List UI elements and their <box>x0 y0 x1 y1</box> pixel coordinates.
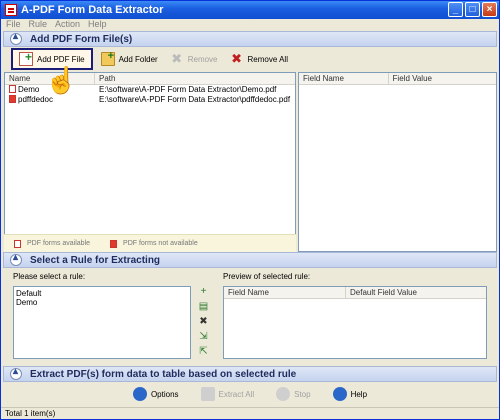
file-path: E:\software\A-PDF Form Data Extractor\De… <box>99 85 277 94</box>
preview-label: Preview of selected rule: <box>223 272 311 281</box>
title-bar[interactable]: A-PDF Form Data Extractor _ □ × <box>1 1 499 19</box>
menu-file[interactable]: File <box>6 19 21 31</box>
extract-all-button[interactable]: Extract All <box>200 387 255 401</box>
pdf-file-icon <box>9 95 16 103</box>
help-icon <box>332 387 347 401</box>
window-title: A-PDF Form Data Extractor <box>21 4 164 16</box>
column-path[interactable]: Path <box>95 73 295 84</box>
remove-all-button[interactable]: ✖ Remove All <box>226 48 292 70</box>
remove-all-label: Remove All <box>247 54 288 64</box>
section-select-rule[interactable]: Select a Rule for Extracting <box>3 252 497 268</box>
options-label: Options <box>150 389 179 399</box>
maximize-button[interactable]: □ <box>465 2 480 17</box>
action-bar: Options Extract All Stop Help <box>3 383 497 405</box>
menu-help[interactable]: Help <box>88 19 107 31</box>
pdf-available-icon <box>14 239 21 248</box>
add-pdf-icon <box>19 50 33 66</box>
file-name: pdffdedoc <box>18 95 53 104</box>
file-name: Demo <box>18 85 40 94</box>
stop-icon <box>276 387 291 401</box>
file-name-cell: pdffdedoc <box>5 95 95 105</box>
section-title: Add PDF Form File(s) <box>30 33 133 45</box>
extract-all-icon <box>200 387 215 401</box>
add-folder-button[interactable]: Add Folder <box>97 48 162 70</box>
column-preview-field-name[interactable]: Field Name <box>224 287 346 298</box>
options-button[interactable]: Options <box>132 387 179 401</box>
help-label: Help <box>350 389 368 399</box>
remove-button[interactable]: ✖ Remove <box>166 48 222 70</box>
legend-available-label: PDF forms available <box>27 240 91 247</box>
collapse-icon[interactable] <box>10 366 22 380</box>
add-folder-icon <box>100 50 115 66</box>
preview-header: Field Name Default Field Value <box>224 287 486 299</box>
legend-not-available: PDF forms not available <box>110 239 198 248</box>
menu-bar: File Rule Action Help <box>1 19 499 31</box>
status-bar: Total 1 item(s) <box>1 407 499 419</box>
options-icon <box>132 387 147 401</box>
pdf-file-icon <box>9 85 16 93</box>
field-list-header: Field Name Field Value <box>299 73 496 85</box>
legend-available: PDF forms available <box>14 239 91 248</box>
stop-button[interactable]: Stop <box>276 387 311 401</box>
legend-not-available-label: PDF forms not available <box>123 240 198 247</box>
legend: PDF forms available PDF forms not availa… <box>4 234 296 252</box>
stop-label: Stop <box>294 389 311 399</box>
export-rule-icon[interactable]: ⇱ <box>198 347 209 357</box>
import-rule-icon[interactable]: ⇲ <box>198 332 209 342</box>
rule-preview[interactable]: Field Name Default Field Value <box>223 286 487 359</box>
section-title: Extract PDF(s) form data to table based … <box>30 368 297 380</box>
rule-list[interactable]: Default Demo <box>13 286 191 359</box>
file-path: E:\software\A-PDF Form Data Extractor\pd… <box>99 95 291 104</box>
rule-tools: + ▤ ✖ ⇲ ⇱ <box>198 287 209 357</box>
pdf-not-available-icon <box>110 239 118 248</box>
add-pdf-label: Add PDF File <box>37 54 85 64</box>
collapse-icon[interactable] <box>10 252 22 266</box>
hand-cursor-icon: ☝ <box>45 65 78 95</box>
column-field-name[interactable]: Field Name <box>299 73 389 84</box>
column-default-value[interactable]: Default Field Value <box>346 287 486 298</box>
section-extract[interactable]: Extract PDF(s) form data to table based … <box>3 366 497 382</box>
edit-rule-icon[interactable]: ▤ <box>198 302 209 312</box>
close-button[interactable]: × <box>482 2 497 17</box>
list-item[interactable]: Demo <box>16 298 188 307</box>
rule-label: Please select a rule: <box>13 272 86 281</box>
menu-rule[interactable]: Rule <box>29 19 48 31</box>
app-window: A-PDF Form Data Extractor _ □ × File Rul… <box>0 0 500 420</box>
section-add-files[interactable]: Add PDF Form File(s) <box>3 31 497 47</box>
list-item[interactable]: Default <box>16 289 188 298</box>
column-field-value[interactable]: Field Value <box>389 73 496 84</box>
collapse-icon[interactable] <box>10 31 22 45</box>
section-title: Select a Rule for Extracting <box>30 254 161 266</box>
menu-action[interactable]: Action <box>55 19 80 31</box>
minimize-button[interactable]: _ <box>448 2 463 17</box>
file-list[interactable]: Name Path Demo E:\software\A-PDF Form Da… <box>4 72 296 252</box>
extract-all-label: Extract All <box>218 389 255 399</box>
delete-rule-icon[interactable]: ✖ <box>198 317 209 327</box>
table-row[interactable]: pdffdedoc E:\software\A-PDF Form Data Ex… <box>5 95 295 105</box>
add-rule-icon[interactable]: + <box>198 287 209 297</box>
remove-icon: ✖ <box>171 51 183 66</box>
remove-label: Remove <box>187 54 218 64</box>
remove-all-icon: ✖ <box>231 51 242 66</box>
app-icon <box>5 4 17 16</box>
add-folder-label: Add Folder <box>118 54 158 64</box>
help-button[interactable]: Help <box>332 387 368 401</box>
field-list[interactable]: Field Name Field Value <box>298 72 497 252</box>
